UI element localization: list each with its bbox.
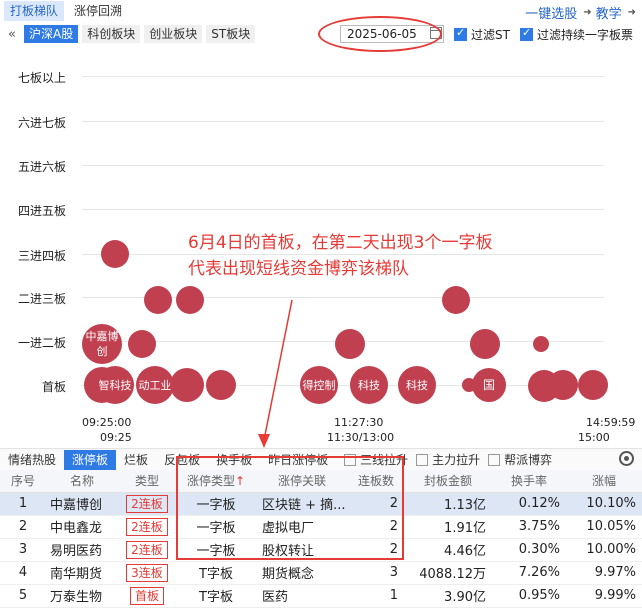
tab-shanghai-shenzhen-a[interactable]: 沪深A股 xyxy=(24,25,79,43)
checkbox-checked-icon xyxy=(520,26,533,41)
col-header-seal[interactable]: 封板金额 xyxy=(404,470,492,493)
main-force-rise-label: 主力拉升 xyxy=(432,453,481,467)
cell-seal-amount: 3.90亿 xyxy=(404,584,492,608)
board-count-badge: 2连板 xyxy=(126,494,168,513)
cell-relation: 医药 xyxy=(256,584,348,608)
cell-relation: 期货概念 xyxy=(256,561,348,585)
tab-hot-stocks[interactable]: 情绪热股 xyxy=(0,450,64,470)
cell-type: 首板 xyxy=(118,584,176,608)
checkbox-icon xyxy=(488,453,501,466)
tab-star-market[interactable]: 科创板块 xyxy=(82,25,141,43)
board-count-badge: 2连板 xyxy=(126,540,168,559)
cell-count: 1 xyxy=(348,584,404,608)
cell-turnover: 0.12% xyxy=(492,492,566,516)
cell-type: 2连板 xyxy=(118,492,176,516)
tab-chinext[interactable]: 创业板块 xyxy=(144,25,203,43)
cell-type: 2连板 xyxy=(118,515,176,539)
cell-count: 3 xyxy=(348,561,404,585)
col-header-change[interactable]: 涨幅 xyxy=(566,470,642,493)
col-header-type[interactable]: 类型 xyxy=(118,470,176,493)
cell-seal-amount: 4.46亿 xyxy=(404,538,492,562)
filter-st-label: 过滤ST xyxy=(471,28,510,42)
filter-one-word-checkbox[interactable]: 过滤持续一字板票 xyxy=(520,26,642,43)
cell-name[interactable]: 中嘉博创 xyxy=(46,492,118,516)
col-header-name[interactable]: 名称 xyxy=(46,470,118,493)
main-force-rise-checkbox[interactable]: 主力拉升 xyxy=(416,451,480,468)
cell-name[interactable]: 易明医药 xyxy=(46,538,118,562)
faction-game-checkbox[interactable]: 帮派博弈 xyxy=(488,451,552,468)
cell-turnover: 7.26% xyxy=(492,561,566,585)
collapse-left-icon[interactable]: « xyxy=(0,27,24,42)
cell-turnover: 3.75% xyxy=(492,515,566,539)
tab-st-board[interactable]: ST板块 xyxy=(206,25,256,43)
board-count-badge: 2连板 xyxy=(126,517,168,536)
board-count-badge: 3连板 xyxy=(126,563,168,582)
cell-name[interactable]: 万泰生物 xyxy=(46,584,118,608)
checkbox-checked-icon xyxy=(454,26,467,41)
cell-type: 3连板 xyxy=(118,561,176,585)
cell-no: 1 xyxy=(0,492,46,516)
tab-limit-up-review[interactable]: 涨停回溯 xyxy=(68,1,128,21)
cell-type: 2连板 xyxy=(118,538,176,562)
col-header-no[interactable]: 序号 xyxy=(0,470,46,493)
cell-no: 2 xyxy=(0,515,46,539)
cell-zt-type: T字板 xyxy=(176,584,256,608)
cell-seal-amount: 1.91亿 xyxy=(404,515,492,539)
tab-broken-board[interactable]: 烂板 xyxy=(116,450,156,470)
cell-change: 10.05% xyxy=(566,515,642,539)
arrow-right-icon: ➜ xyxy=(583,7,592,18)
gear-icon[interactable] xyxy=(619,451,634,466)
tab-limit-up[interactable]: 涨停板 xyxy=(64,449,117,470)
tutorial-link[interactable]: 教学 xyxy=(596,3,622,22)
cell-no: 3 xyxy=(0,538,46,562)
highlight-rect xyxy=(176,456,404,560)
filter-one-word-label: 过滤持续一字板票 xyxy=(537,28,634,42)
cell-turnover: 0.95% xyxy=(492,584,566,608)
cell-change: 10.00% xyxy=(566,538,642,562)
arrow-right-icon: ➜ xyxy=(627,7,636,18)
cell-name[interactable]: 中电鑫龙 xyxy=(46,515,118,539)
cell-change: 10.10% xyxy=(566,492,642,516)
col-header-turnover[interactable]: 换手率 xyxy=(492,470,566,493)
cell-no: 5 xyxy=(0,584,46,608)
filter-st-checkbox[interactable]: 过滤ST xyxy=(454,26,510,43)
cell-zt-type: T字板 xyxy=(176,561,256,585)
cell-turnover: 0.30% xyxy=(492,538,566,562)
cell-change: 9.97% xyxy=(566,561,642,585)
cell-seal-amount: 4088.12万 xyxy=(404,561,492,585)
ladder-chart: 七板以上 六进七板 五进六板 四进五板 三进四板 二进三板 一进二板 首板 中嘉… xyxy=(0,44,642,448)
cell-change: 9.99% xyxy=(566,584,642,608)
cell-name[interactable]: 南华期货 xyxy=(46,561,118,585)
cell-seal-amount: 1.13亿 xyxy=(404,492,492,516)
tab-limit-up-ladder[interactable]: 打板梯队 xyxy=(4,1,65,21)
cell-no: 4 xyxy=(0,561,46,585)
one-click-screener-link[interactable]: 一键选股 xyxy=(525,3,577,22)
board-count-badge: 首板 xyxy=(129,586,164,605)
top-right-links: 一键选股 ➜ 教学 ➜ xyxy=(525,3,636,22)
annotation-arrow xyxy=(258,299,293,448)
table-row[interactable]: 5 万泰生物 首板 T字板 医药 1 3.90亿 0.95% 9.99% xyxy=(0,584,642,608)
table-row[interactable]: 4 南华期货 3连板 T字板 期货概念 3 4088.12万 7.26% 9.97% xyxy=(0,561,642,585)
faction-game-label: 帮派博弈 xyxy=(504,453,553,467)
checkbox-icon xyxy=(416,453,429,466)
